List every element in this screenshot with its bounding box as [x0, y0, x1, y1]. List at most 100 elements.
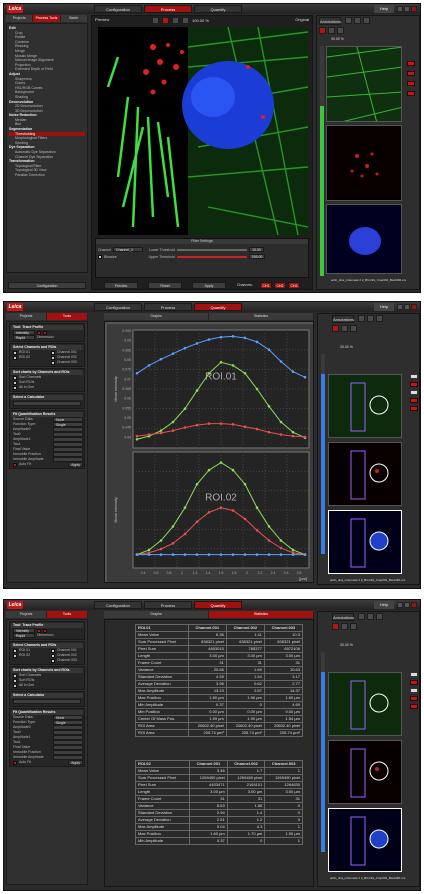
delete-icon[interactable]	[332, 623, 339, 630]
fit-icon[interactable]	[152, 17, 159, 24]
minimize-icon[interactable]	[397, 602, 403, 608]
line-icon[interactable]	[376, 315, 383, 322]
channel-checkbox[interactable]	[51, 350, 55, 355]
toggle-3[interactable]	[410, 390, 418, 395]
maximize-icon[interactable]	[404, 304, 410, 310]
toggle-5[interactable]	[410, 406, 418, 411]
channel-toggle-2[interactable]	[407, 71, 415, 76]
apply-button[interactable]: Apply	[192, 282, 226, 289]
annotations-tab[interactable]: Annotations	[332, 315, 354, 323]
tab-quantify[interactable]: Quantify	[194, 601, 242, 609]
tab-process[interactable]: Process	[144, 5, 192, 13]
toggle-4[interactable]	[410, 696, 418, 701]
upper-threshold-slider[interactable]	[176, 255, 247, 258]
channel-checkbox[interactable]	[51, 648, 55, 653]
tab-configuration[interactable]: Configuration	[94, 303, 142, 311]
toggle-1[interactable]	[410, 672, 418, 677]
thumbnail-red[interactable]	[328, 442, 402, 506]
zoom-out-icon[interactable]	[182, 17, 189, 24]
maximize-icon[interactable]	[404, 6, 410, 12]
pointer-icon[interactable]	[345, 17, 352, 24]
thumbnail-green[interactable]	[328, 672, 402, 736]
rect-icon[interactable]	[341, 325, 348, 332]
rapid-select[interactable]: Rapid	[13, 633, 35, 638]
toggle-3[interactable]	[410, 688, 418, 693]
thumbnail-blue[interactable]	[328, 808, 402, 872]
tab-tools[interactable]: Tools	[47, 611, 88, 618]
channel-toggle-1[interactable]	[407, 61, 415, 66]
pointer-icon[interactable]	[358, 315, 365, 322]
ellipse-icon[interactable]	[350, 623, 357, 630]
tab-statistics[interactable]: Statistics	[209, 611, 314, 618]
tab-configuration[interactable]: Configuration	[94, 601, 142, 609]
line-tool-icon[interactable]	[43, 628, 47, 633]
roi-checkbox[interactable]	[13, 648, 17, 653]
zoom-in-icon[interactable]	[172, 17, 179, 24]
close-icon[interactable]	[411, 304, 417, 310]
help-button[interactable]: Help	[374, 5, 394, 13]
binarize-checkbox[interactable]	[98, 254, 102, 259]
tree-item[interactable]: Parallax Correction	[9, 173, 85, 178]
line-icon[interactable]	[376, 613, 383, 620]
annotations-tab[interactable]: Annotations	[332, 613, 354, 621]
autofit-checkbox[interactable]	[13, 462, 17, 467]
thumbnail-blue[interactable]	[328, 510, 402, 574]
tab-graphs[interactable]: Graphs	[104, 313, 209, 320]
maximize-icon[interactable]	[404, 602, 410, 608]
ch1-button[interactable]: CH1	[260, 282, 272, 289]
tab-graphs[interactable]: Graphs	[104, 611, 209, 618]
toggle-1[interactable]	[410, 374, 418, 379]
fit-apply-button[interactable]: Apply	[68, 760, 83, 765]
channel-toggle-3[interactable]	[407, 81, 415, 86]
text-icon[interactable]	[367, 315, 374, 322]
tab-process[interactable]: Process	[144, 303, 192, 311]
fit-apply-button[interactable]: Apply	[68, 462, 83, 467]
tab-process-tools[interactable]: Process Tools	[33, 15, 61, 22]
level-bar[interactable]	[321, 652, 325, 852]
tab-projects[interactable]: Projects	[6, 611, 47, 618]
toggle-5[interactable]	[410, 704, 418, 709]
annotations-tab[interactable]: Annotations	[319, 17, 341, 25]
thumbnail-red[interactable]	[326, 125, 402, 201]
tab-projects[interactable]: Projects	[6, 313, 47, 320]
rapid-select[interactable]: Rapid	[13, 335, 35, 340]
radio[interactable]	[13, 380, 17, 385]
delete-icon[interactable]	[332, 325, 339, 332]
channel-toggle-4[interactable]	[407, 91, 415, 96]
channel-checkbox[interactable]	[51, 653, 55, 658]
roi-checkbox[interactable]	[13, 355, 17, 360]
lower-threshold-value[interactable]: 10.00	[249, 247, 264, 252]
rect-tool-icon[interactable]	[37, 330, 41, 335]
preview-button[interactable]: Preview	[104, 282, 138, 289]
minimize-icon[interactable]	[397, 6, 403, 12]
tab-projects[interactable]: Projects	[6, 15, 34, 22]
reset-button[interactable]: Reset	[148, 282, 182, 289]
toggle-2[interactable]	[410, 680, 418, 685]
rect-icon[interactable]	[328, 27, 335, 34]
help-button[interactable]: Help	[374, 601, 394, 609]
channel-checkbox[interactable]	[51, 360, 55, 365]
delete-icon[interactable]	[319, 27, 326, 34]
radio[interactable]	[13, 683, 17, 688]
tab-process[interactable]: Process	[144, 601, 192, 609]
toggle-2[interactable]	[410, 382, 418, 387]
radio[interactable]	[13, 673, 17, 678]
ellipse-icon[interactable]	[337, 27, 344, 34]
thumbnail-green[interactable]	[326, 46, 402, 122]
configuration-button[interactable]: Configuration	[8, 282, 86, 289]
ch3-button[interactable]: CH3	[288, 282, 300, 289]
minimize-icon[interactable]	[397, 304, 403, 310]
tab-quantify[interactable]: Quantify	[194, 5, 242, 13]
green-level-bar[interactable]	[320, 46, 324, 276]
roi-checkbox[interactable]	[13, 350, 17, 355]
tab-statistics[interactable]: Statistics	[209, 313, 314, 320]
radio[interactable]	[13, 385, 17, 390]
rect-icon[interactable]	[341, 623, 348, 630]
autofit-checkbox[interactable]	[13, 760, 17, 765]
roi-checkbox[interactable]	[13, 653, 17, 658]
ellipse-icon[interactable]	[350, 325, 357, 332]
lower-threshold-slider[interactable]	[177, 248, 248, 251]
upper-threshold-value[interactable]: 255.00	[248, 254, 266, 259]
toggle-4[interactable]	[410, 398, 418, 403]
channel-checkbox[interactable]	[51, 355, 55, 360]
